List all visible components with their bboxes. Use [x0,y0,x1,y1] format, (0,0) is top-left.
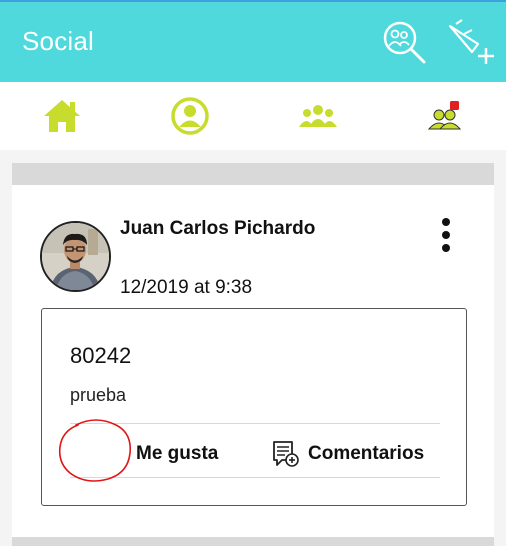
post-card: Juan Carlos Pichardo 12/2019 at 9:38 802… [12,185,494,537]
next-card-edge [12,537,494,546]
groups-icon [299,105,337,127]
like-label: Me gusta [136,443,219,464]
tab-home[interactable] [30,92,94,140]
more-vert-icon [442,218,450,226]
app-bar: Social [0,0,506,82]
more-options-button[interactable] [432,215,460,255]
friend-requests-icon [427,101,462,130]
add-post-button[interactable] [440,14,500,70]
tab-bar [0,82,506,150]
comment-icon [273,441,299,467]
comments-button[interactable]: Comentarios [272,431,424,477]
app-title: Social [22,26,95,56]
comments-label: Comentarios [308,443,425,464]
post-timestamp: 12/2019 at 9:38 [120,277,253,298]
search-friends-button[interactable] [376,14,436,70]
like-button[interactable]: Me gusta [136,431,218,477]
profile-icon [171,97,209,135]
red-annotation-circle [58,419,132,482]
tab-groups[interactable] [286,92,350,140]
avatar-photo [42,223,109,290]
author-avatar[interactable] [40,221,111,292]
tab-profile[interactable] [158,92,222,140]
section-divider [12,163,494,185]
post-content: 80242 prueba Me gusta Comentarios [41,308,467,506]
add-post-icon [448,19,494,64]
post-text: prueba [70,385,127,405]
post-code: 80242 [70,343,132,368]
app-screen: Social Juan Carlos Pichardo 12/2019 at 9… [0,0,506,546]
tab-friend-requests[interactable] [414,92,478,140]
post-author[interactable]: Juan Carlos Pichardo [120,217,360,240]
search-friends-icon [383,21,426,64]
home-icon [44,100,80,132]
